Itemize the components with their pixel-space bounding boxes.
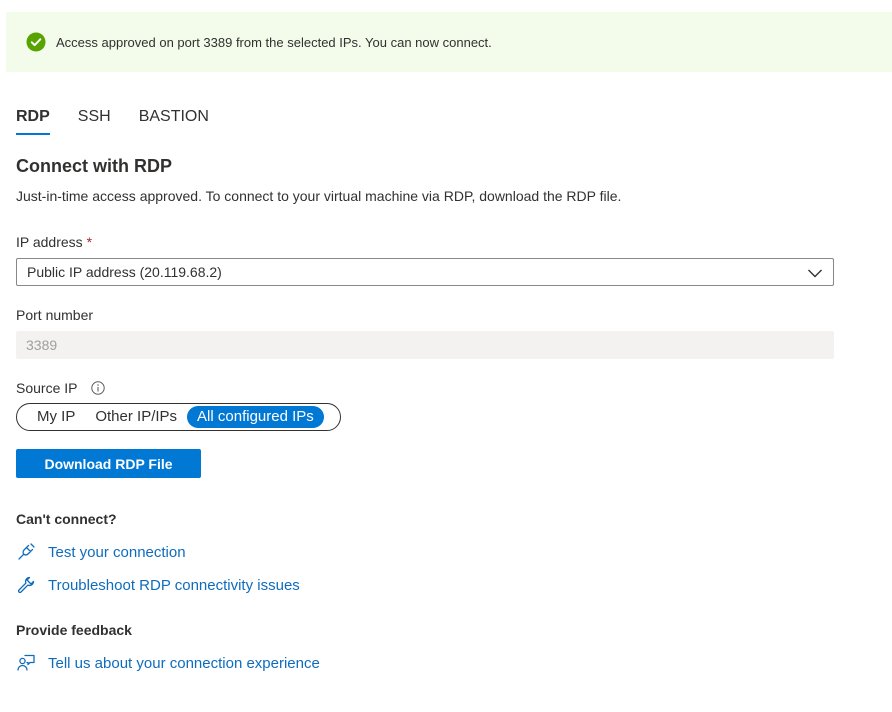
success-check-icon bbox=[26, 32, 46, 52]
section-description: Just-in-time access approved. To connect… bbox=[16, 188, 622, 204]
source-ip-label-text: Source IP bbox=[16, 380, 78, 396]
ip-address-label-text: IP address bbox=[16, 234, 83, 250]
tab-bastion[interactable]: BASTION bbox=[139, 108, 209, 135]
ip-address-dropdown[interactable]: Public IP address (20.119.68.2) bbox=[16, 258, 834, 286]
section-title: Connect with RDP bbox=[16, 156, 172, 176]
source-ip-toggle: My IP Other IP/IPs All configured IPs bbox=[16, 403, 341, 431]
source-ip-option-other-ips[interactable]: Other IP/IPs bbox=[85, 406, 187, 428]
ip-address-label: IP address * bbox=[16, 234, 92, 250]
success-banner: Access approved on port 3389 from the se… bbox=[6, 12, 892, 72]
feedback-icon bbox=[16, 653, 36, 673]
port-number-label: Port number bbox=[16, 307, 94, 323]
source-ip-option-all-configured[interactable]: All configured IPs bbox=[187, 406, 324, 428]
download-rdp-file-button[interactable]: Download RDP File bbox=[16, 449, 201, 478]
source-ip-label: Source IP bbox=[16, 380, 105, 396]
ip-address-selected-value: Public IP address (20.119.68.2) bbox=[27, 264, 222, 280]
required-indicator: * bbox=[86, 234, 93, 250]
info-icon[interactable] bbox=[91, 381, 105, 395]
troubleshoot-rdp-link[interactable]: Troubleshoot RDP connectivity issues bbox=[16, 575, 300, 595]
connection-tabs: RDP SSH BASTION bbox=[16, 108, 237, 135]
source-ip-option-my-ip[interactable]: My IP bbox=[18, 406, 85, 428]
tab-rdp[interactable]: RDP bbox=[16, 108, 50, 135]
plug-icon bbox=[16, 542, 36, 562]
tab-ssh[interactable]: SSH bbox=[78, 108, 111, 135]
provide-feedback-heading: Provide feedback bbox=[16, 622, 132, 638]
wrench-icon bbox=[16, 575, 36, 595]
test-connection-link-text: Test your connection bbox=[48, 543, 186, 561]
cant-connect-heading: Can't connect? bbox=[16, 511, 117, 527]
test-connection-link[interactable]: Test your connection bbox=[16, 542, 186, 562]
banner-message: Access approved on port 3389 from the se… bbox=[56, 34, 492, 50]
feedback-link-text: Tell us about your connection experience bbox=[48, 654, 320, 672]
chevron-down-icon bbox=[807, 266, 823, 278]
port-number-input[interactable] bbox=[16, 331, 834, 359]
feedback-link[interactable]: Tell us about your connection experience bbox=[16, 653, 320, 673]
rdp-connect-page: Access approved on port 3389 from the se… bbox=[0, 0, 892, 712]
troubleshoot-rdp-link-text: Troubleshoot RDP connectivity issues bbox=[48, 576, 300, 594]
